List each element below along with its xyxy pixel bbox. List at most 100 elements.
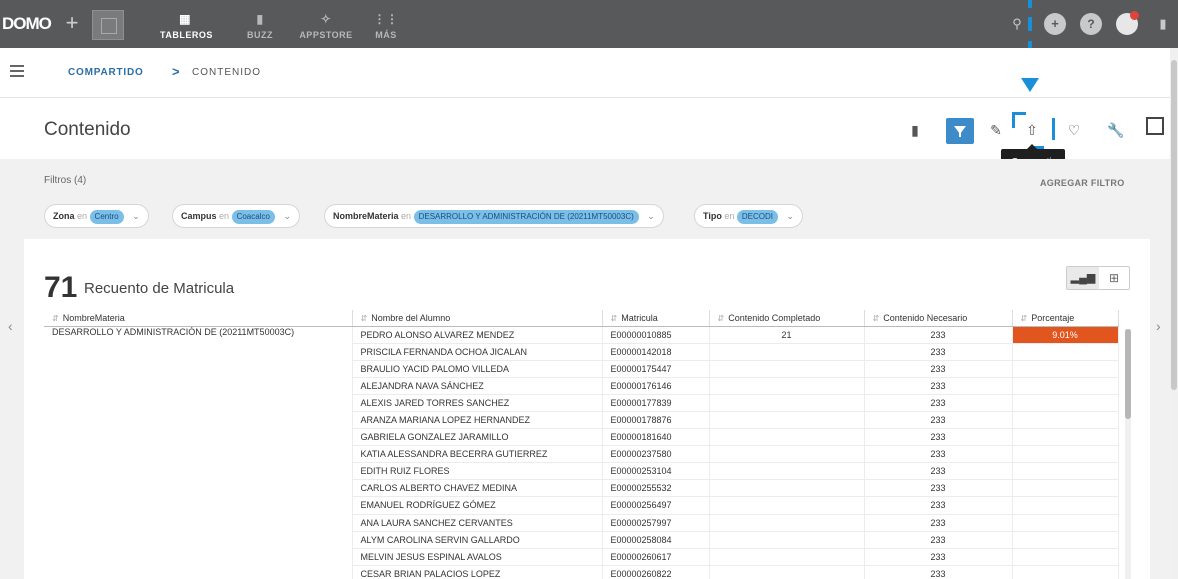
table-row[interactable]: BRAULIO YACID PALOMO VILLEDA E00000175447…	[44, 360, 1119, 378]
filter-pill-zona[interactable]: Zona en Centro ⌄	[44, 204, 149, 228]
page-scrollbar[interactable]	[1170, 48, 1178, 579]
table-cell: PEDRO ALONSO ALVAREZ MENDEZ	[352, 326, 603, 344]
column-header[interactable]: ⇵ Contenido Completado	[709, 310, 865, 327]
table-cell: E00000258084	[602, 531, 710, 549]
column-header[interactable]: ⇵ Contenido Necesario	[864, 310, 1013, 327]
table-cell	[709, 479, 865, 498]
table-row[interactable]: GABRIELA GONZALEZ JARAMILLO E00000181640 2…	[44, 428, 1119, 447]
table-row[interactable]: ARANZA MARIANA LOPEZ HERNANDEZ E000001788…	[44, 411, 1119, 430]
table-cell: 233	[864, 479, 1013, 498]
table-cell: E00000257997	[602, 514, 710, 532]
nav-appstore[interactable]: ✧ APPSTORE	[298, 0, 354, 48]
column-header[interactable]: ⇵ NombreMateria	[44, 310, 353, 327]
table-row[interactable]: CESAR BRIAN PALACIOS LOPEZ E00000260822 23…	[44, 565, 1119, 579]
domo-logo[interactable]: DOMO	[0, 0, 58, 48]
table-row[interactable]: ANA LAURA SANCHEZ CERVANTES E00000257997 2…	[44, 514, 1119, 532]
edit-pencil-icon[interactable]: ✎	[986, 119, 1006, 141]
table-row[interactable]: PRISCILA FERNANDA OCHOA JICALAN E00000142…	[44, 343, 1119, 361]
table-cell: 233	[864, 514, 1013, 532]
table-cell: E00000175447	[602, 360, 710, 378]
table-cell: MELVIN JESUS ESPINAL AVALOS	[352, 548, 603, 566]
filter-pill-tipo[interactable]: Tipo en DECODI ⌄	[694, 204, 804, 228]
table-cell	[1012, 343, 1119, 361]
table-cell	[1012, 428, 1119, 447]
sort-icon: ⇵	[1020, 313, 1028, 323]
table-scrollbar[interactable]	[1125, 329, 1131, 579]
table-cell: E00000181640	[602, 428, 710, 447]
top-nav-bar: DOMO + ▦ TABLEROS ▮ BUZZ ✧ APPSTORE ⋮⋮ M…	[0, 0, 1178, 48]
layout-panel-icon[interactable]	[1146, 117, 1164, 135]
table-cell: ANA LAURA SANCHEZ CERVANTES	[352, 514, 603, 532]
table-row[interactable]: ALEJANDRA NAVA SÁNCHEZ E00000176146 233	[44, 377, 1119, 395]
table-row[interactable]: ALEXIS JARED TORRES SANCHEZ E00000177839 2…	[44, 394, 1119, 412]
table-cell	[709, 565, 865, 579]
notification-dot	[1130, 11, 1139, 20]
bar-chart-view-icon[interactable]: ▂▄▆	[1067, 267, 1099, 289]
table-cell	[1012, 360, 1119, 378]
annotation-arrow	[1021, 78, 1039, 92]
table-cell: E00000237580	[602, 445, 710, 464]
summary-number: 71	[44, 271, 78, 304]
annotation-dash	[1052, 118, 1055, 140]
table-cell: ALEJANDRA NAVA SÁNCHEZ	[352, 377, 603, 395]
table-cell: ALYM CAROLINA SERVIN GALLARDO	[352, 531, 603, 549]
app-thumbnail[interactable]	[92, 10, 124, 40]
page-title: Contenido	[44, 119, 131, 140]
table-cell	[1012, 531, 1119, 549]
table-row[interactable]: MELVIN JESUS ESPINAL AVALOS E00000260617 2…	[44, 548, 1119, 566]
scroll-thumb[interactable]	[1125, 329, 1131, 419]
avatar[interactable]	[1116, 11, 1139, 35]
table-body: DESARROLLO Y ADMINISTRACIÓN DE (20211MT5…	[44, 326, 1119, 579]
help-icon[interactable]: ?	[1080, 13, 1102, 35]
table-cell: 233	[864, 445, 1013, 464]
table-cell	[44, 496, 353, 515]
table-row[interactable]: EMANUEL RODRÍGUEZ GÓMEZ E00000256497 233	[44, 496, 1119, 515]
column-header[interactable]: ⇵ Porcentaje	[1012, 310, 1119, 327]
annotation-dash	[1028, 17, 1032, 31]
table-cell: CARLOS ALBERTO CHAVEZ MEDINA	[352, 479, 603, 498]
table-cell	[709, 548, 865, 566]
add-button[interactable]: +	[60, 0, 84, 48]
table-cell: EMANUEL RODRÍGUEZ GÓMEZ	[352, 496, 603, 515]
table-row[interactable]: EDITH RUIZ FLORES E00000253104 233	[44, 462, 1119, 481]
table-cell: DESARROLLO Y ADMINISTRACIÓN DE (20211MT5…	[44, 326, 353, 344]
previous-card-chevron-icon[interactable]: ‹	[8, 318, 13, 334]
table-cell: 233	[864, 548, 1013, 566]
search-icon[interactable]: ⚲	[1006, 13, 1028, 35]
table-row[interactable]: ALYM CAROLINA SERVIN GALLARDO E0000025808…	[44, 531, 1119, 549]
table-cell: ARANZA MARIANA LOPEZ HERNANDEZ	[352, 411, 603, 430]
wrench-icon[interactable]: 🔧	[1106, 119, 1126, 141]
table-view-icon[interactable]: ⊞	[1099, 267, 1129, 289]
table-cell: E00000255532	[602, 479, 710, 498]
table-cell	[709, 377, 865, 395]
comments-icon[interactable]: ▮	[904, 119, 926, 141]
filter-button[interactable]	[946, 118, 974, 144]
column-header[interactable]: ⇵ Matricula	[602, 310, 710, 327]
add-filter-button[interactable]: AGREGAR FILTRO	[1040, 178, 1125, 188]
nav-buzz[interactable]: ▮ BUZZ	[240, 0, 280, 48]
hamburger-menu-icon[interactable]	[10, 65, 24, 77]
nav-tableros[interactable]: ▦ TABLEROS	[160, 0, 212, 48]
chat-icon: ▮	[256, 12, 264, 26]
table-row[interactable]: CARLOS ALBERTO CHAVEZ MEDINA E00000255532…	[44, 479, 1119, 498]
table-cell	[1012, 462, 1119, 481]
table-cell	[44, 428, 353, 446]
table-cell: E00000010885	[602, 326, 710, 344]
filter-pill-nombremateria[interactable]: NombreMateria en DESARROLLO Y ADMINISTRA…	[324, 204, 664, 228]
next-card-chevron-icon[interactable]: ›	[1156, 318, 1161, 334]
table-row[interactable]: KATIA ALESSANDRA BECERRA GUTIERREZ E00000…	[44, 445, 1119, 464]
share-icon[interactable]: ⇧	[1020, 119, 1044, 141]
nav-mas[interactable]: ⋮⋮ MÁS	[372, 0, 400, 48]
bell-icon[interactable]: ♡	[1064, 119, 1084, 141]
scroll-thumb[interactable]	[1171, 60, 1177, 390]
chat-icon[interactable]: ▮	[1152, 13, 1174, 35]
filter-pill-campus[interactable]: Campus en Coacalco ⌄	[172, 204, 300, 228]
table-row[interactable]: DESARROLLO Y ADMINISTRACIÓN DE (20211MT5…	[44, 326, 1119, 344]
table-cell	[709, 411, 865, 430]
table-cell: 233	[864, 565, 1013, 579]
add-circle-icon[interactable]: +	[1044, 13, 1066, 35]
column-header[interactable]: ⇵ Nombre del Alumno	[352, 310, 603, 327]
breadcrumb-compartido[interactable]: COMPARTIDO	[68, 67, 144, 78]
table-cell: GABRIELA GONZALEZ JARAMILLO	[352, 428, 603, 447]
table-cell	[44, 462, 353, 480]
